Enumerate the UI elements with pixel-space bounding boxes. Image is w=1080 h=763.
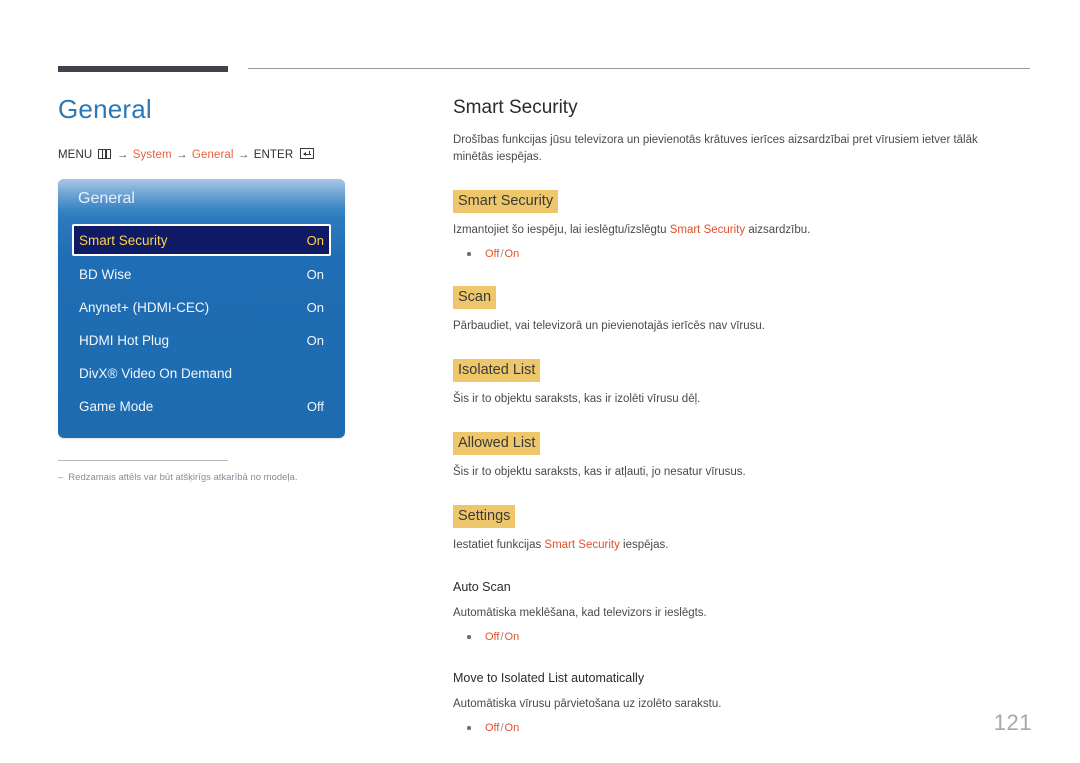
osd-row-value: On	[306, 266, 324, 282]
page-number: 121	[993, 710, 1032, 735]
option-off[interactable]: Off	[485, 248, 499, 260]
osd-row-list: Smart Security On BD Wise On Anynet+ (HD…	[58, 219, 345, 421]
block-auto-scan: Auto Scan Automātiska meklēšana, kad tel…	[453, 578, 1033, 645]
osd-row-label: DivX® Video On Demand	[79, 365, 233, 381]
osd-row-value: On	[306, 332, 324, 348]
osd-menu-panel: General Smart Security On BD Wise On Any…	[58, 179, 345, 438]
option-item[interactable]: Off/On	[467, 629, 1033, 645]
osd-row-label: Smart Security	[79, 232, 168, 248]
block-text: Automātiska vīrusu pārvietošana uz izolē…	[453, 698, 722, 710]
block-text: Iestatiet funkcijas Smart Security iespē…	[453, 537, 1015, 554]
block-text-before: Iestatiet funkcijas	[453, 539, 545, 551]
block-settings: Settings Iestatiet funkcijas Smart Secur…	[453, 481, 1033, 554]
osd-row-bd-wise[interactable]: BD Wise On	[72, 259, 331, 289]
block-text: Šis ir to objektu saraksts, kas ir atļau…	[453, 466, 746, 478]
osd-row-label: BD Wise	[79, 266, 132, 282]
block-isolated-list: Isolated List Šis ir to objektu saraksts…	[453, 335, 1033, 408]
block-heading: Scan	[453, 286, 497, 309]
breadcrumb: MENU → System → General → ENTER	[58, 148, 418, 161]
osd-row-game-mode[interactable]: Game Mode Off	[72, 391, 331, 421]
option-on[interactable]: On	[505, 631, 520, 643]
option-item[interactable]: Off/On	[467, 246, 1033, 262]
osd-row-anynet[interactable]: Anynet+ (HDMI-CEC) On	[72, 292, 331, 322]
breadcrumb-enter-label: ENTER	[253, 149, 294, 161]
block-heading: Settings	[453, 505, 516, 528]
enter-return-icon	[299, 148, 314, 159]
breadcrumb-arrow-3: →	[237, 149, 250, 161]
block-text: Šis ir to objektu saraksts, kas ir izolē…	[453, 393, 701, 405]
block-text: Automātiska meklēšana, kad televizors ir…	[453, 607, 707, 619]
block-options: Off/On	[453, 720, 1033, 736]
breadcrumb-item-system[interactable]: System	[133, 149, 172, 161]
header-rule-thin	[248, 68, 1030, 69]
osd-row-divx-vod[interactable]: DivX® Video On Demand	[72, 358, 331, 388]
osd-row-hdmi-hot-plug[interactable]: HDMI Hot Plug On	[72, 325, 331, 355]
osd-row-smart-security[interactable]: Smart Security On	[72, 224, 331, 256]
breadcrumb-item-general[interactable]: General	[192, 149, 234, 161]
block-heading: Isolated List	[453, 359, 541, 382]
osd-row-label: Game Mode	[79, 398, 154, 414]
block-heading: Smart Security	[453, 190, 559, 213]
breadcrumb-arrow-1: →	[116, 149, 129, 161]
block-text: Pārbaudiet, vai televizorā un pievienota…	[453, 320, 765, 332]
page-title: General	[58, 94, 152, 124]
block-text-before: Izmantojiet šo iespēju, lai ieslēgtu/izs…	[453, 224, 670, 236]
option-off[interactable]: Off	[485, 631, 499, 643]
osd-row-value: On	[306, 232, 324, 248]
header-rule-thick	[58, 66, 228, 72]
block-heading: Move to Isolated List automatically	[453, 671, 645, 685]
block-text-after: iespējas.	[619, 539, 669, 551]
option-off[interactable]: Off	[485, 722, 499, 734]
osd-row-value: Off	[306, 398, 324, 414]
osd-row-label: Anynet+ (HDMI-CEC)	[79, 299, 210, 315]
block-heading: Auto Scan	[453, 580, 511, 594]
block-options: Off/On	[453, 629, 1033, 645]
menu-grid-icon	[97, 149, 111, 159]
block-text-link[interactable]: Smart Security	[544, 539, 619, 551]
option-on[interactable]: On	[505, 248, 520, 260]
block-heading: Allowed List	[453, 432, 541, 455]
block-smart-security: Smart Security Izmantojiet šo iespēju, l…	[453, 166, 1033, 262]
option-on[interactable]: On	[505, 722, 520, 734]
breadcrumb-menu-label: MENU	[58, 149, 93, 161]
section-intro: Drošības funkcijas jūsu televizora un pi…	[453, 134, 978, 163]
block-allowed-list: Allowed List Šis ir to objektu saraksts,…	[453, 408, 1033, 481]
footnote: ‒ Redzamais attēls var būt atšķirīgs atka…	[58, 471, 418, 485]
section-title: Smart Security	[453, 97, 578, 118]
footnote-rule	[58, 460, 228, 461]
left-column: General MENU → System → General → ENTER …	[58, 92, 418, 485]
osd-row-value: On	[306, 299, 324, 315]
footnote-text: Redzamais attēls var būt atšķirīgs atkar…	[68, 472, 298, 483]
block-text-after: aizsardzību.	[745, 224, 811, 236]
block-move-to-isolated-list: Move to Isolated List automatically Auto…	[453, 669, 1033, 736]
manual-page: General MENU → System → General → ENTER …	[0, 0, 1080, 763]
osd-row-label: HDMI Hot Plug	[79, 332, 170, 348]
right-column: Smart Security Drošības funkcijas jūsu t…	[453, 95, 1033, 736]
footnote-dash: ‒	[58, 472, 64, 483]
block-options: Off/On	[453, 246, 1033, 262]
osd-header: General	[58, 179, 345, 219]
block-text-link[interactable]: Smart Security	[670, 224, 745, 236]
block-scan: Scan Pārbaudiet, vai televizorā un pievi…	[453, 262, 1033, 335]
block-text: Izmantojiet šo iespēju, lai ieslēgtu/izs…	[453, 222, 1015, 239]
breadcrumb-arrow-2: →	[176, 149, 188, 161]
header-rules	[0, 0, 1080, 80]
option-item[interactable]: Off/On	[467, 720, 1033, 736]
